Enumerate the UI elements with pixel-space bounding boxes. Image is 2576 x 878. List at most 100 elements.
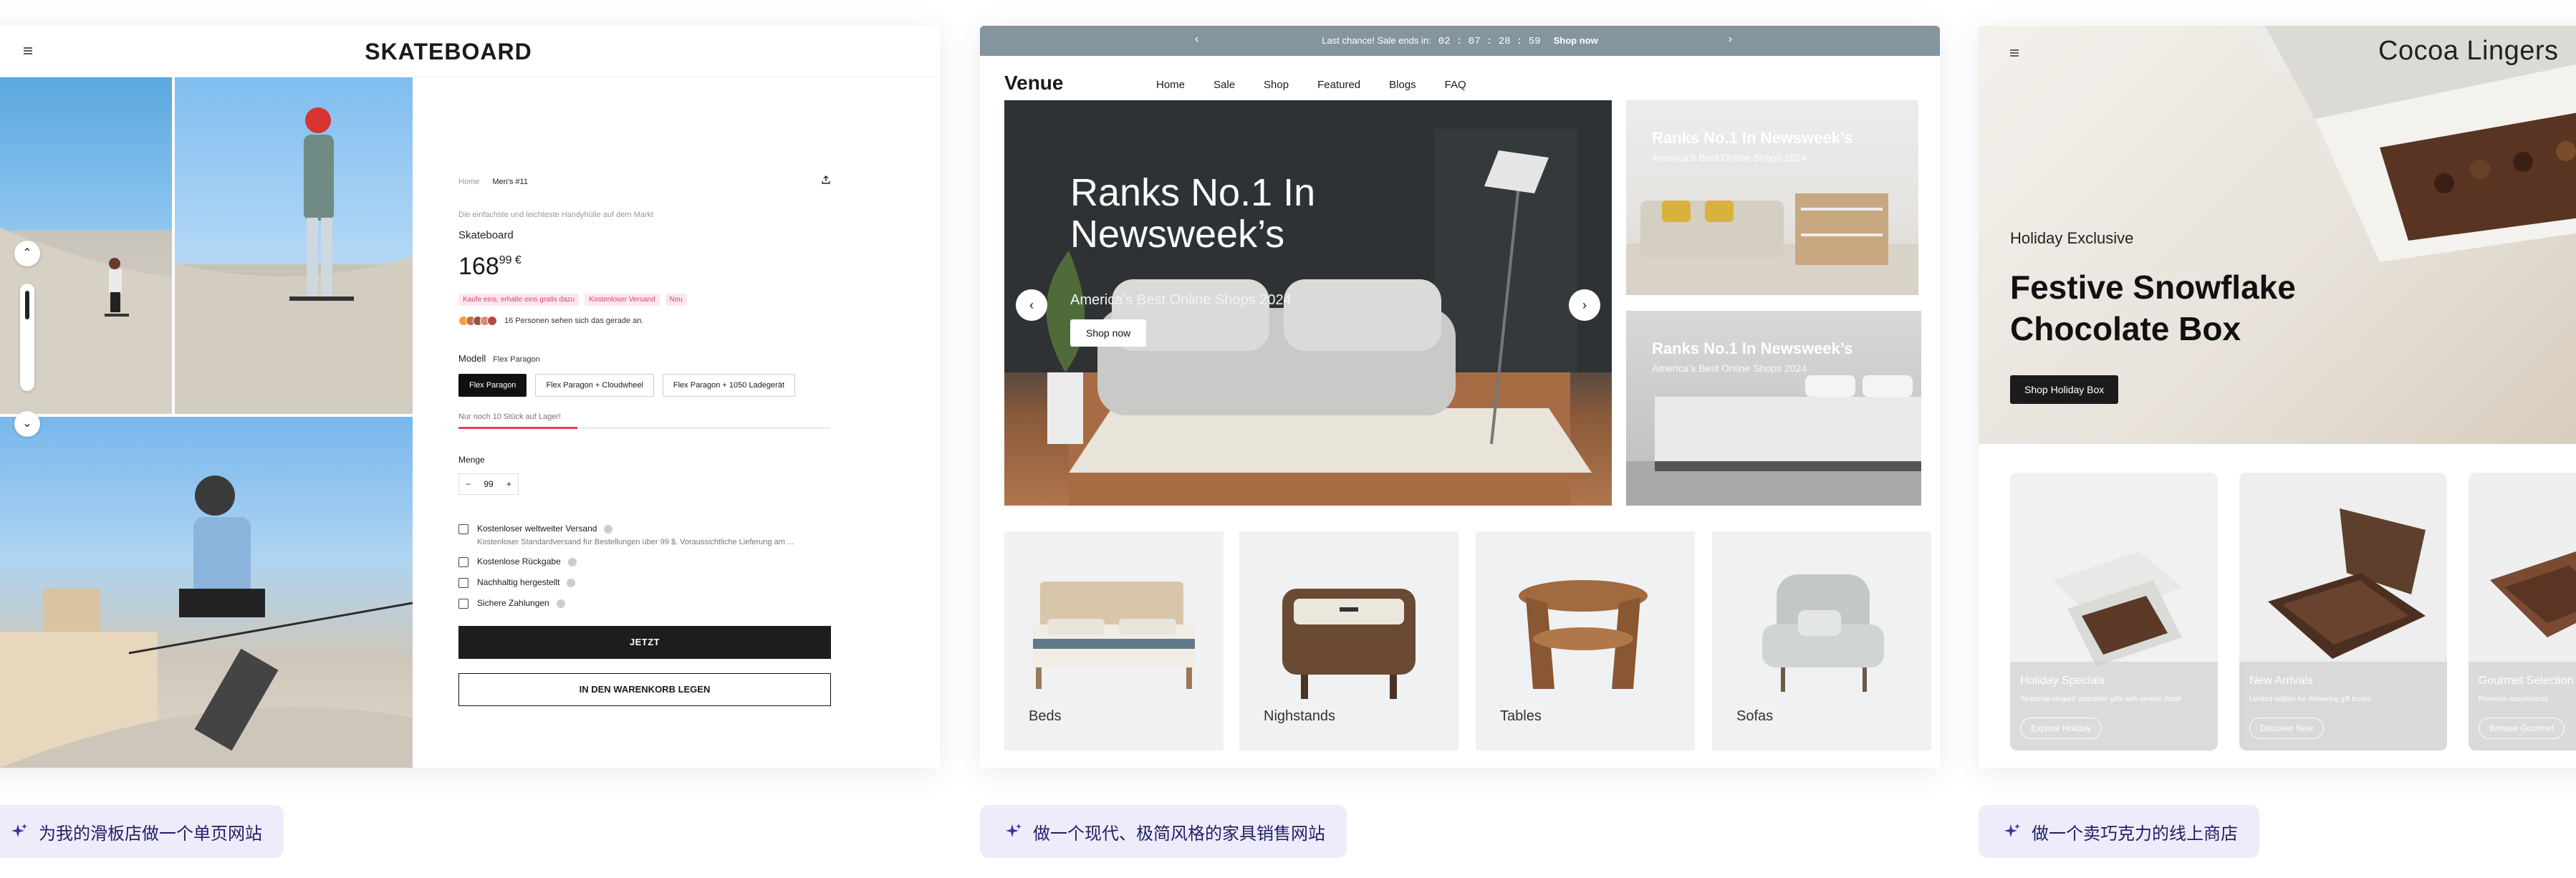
feature-list: Kostenloser weltweiter Versand Kostenlose… [458,524,831,609]
model-value: Flex Paragon [493,355,540,364]
avatar [487,316,497,326]
add-to-cart-button[interactable]: IN DEN WARENKORB LEGEN [458,673,831,706]
product-desc: Limited edition for delivering gift boxe… [2249,695,2372,703]
stock-text: Nur noch 10 Stück auf Lager! [458,413,562,421]
feature-sub: Kostenloser Standardversand für Bestellu… [477,538,794,546]
info-icon[interactable] [567,578,576,587]
nav-faq[interactable]: FAQ [1445,79,1466,91]
info-icon[interactable] [604,524,613,534]
category-tables[interactable]: Tables [1476,531,1695,751]
quantity-label: Menge [458,455,485,465]
product-card-gourmet[interactable]: Gourmet Selection Premium assortments Br… [2469,473,2576,751]
discover-new-button[interactable]: Discover New [2249,718,2325,739]
hero-shop-button[interactable]: Shop Holiday Box [2010,375,2119,404]
category-nightstands[interactable]: Nighstands [1239,531,1458,751]
hero-banner[interactable]: Cocoa Lingers Holiday Exclusive Festive … [1979,26,2576,444]
countdown: 02 : 07 : 28 : 59 [1438,36,1541,47]
browse-gourmet-button[interactable]: Browse Gourmet [2479,718,2565,739]
hero-banner[interactable]: Ranks No.1 In Newsweek’s America’s Best … [1004,100,1612,506]
buy-now-button[interactable]: JETZT [458,626,831,659]
badge-new: Neu [665,294,687,306]
prompt-pill-chocolate[interactable]: 做一个卖巧克力的线上商店 [1979,805,2259,858]
menu-icon[interactable] [2007,46,2022,60]
option-charger[interactable]: Flex Paragon + 1050 Ladegerät [662,374,795,397]
top-bar: SKATEBOARD [0,26,940,77]
decrement-button[interactable]: − [466,479,471,489]
avatar-stack [458,316,497,326]
feature-title: Kostenlose Rückgabe [477,556,561,566]
model-row: Modell Flex Paragon [458,353,831,364]
nav-featured[interactable]: Featured [1317,79,1360,91]
product-title: New Arrivals [2249,675,2313,687]
nav-shop[interactable]: Shop [1264,79,1289,91]
gallery-scroller[interactable]: ⌃ ⌄ [14,241,40,437]
truck-icon [458,524,468,534]
product-photo-2[interactable] [175,77,413,414]
option-flex-paragon[interactable]: Flex Paragon [458,374,527,397]
badge-offer: Kaufe eins, erhalte eins gratis dazu [458,294,580,306]
nav-blogs[interactable]: Blogs [1389,79,1416,91]
product-card-new[interactable]: New Arrivals Limited edition for deliver… [2239,473,2447,751]
promo-text-row: Last chance! Sale ends in: 02 : 07 : 28 :… [980,35,1940,47]
increment-button[interactable]: + [506,479,511,489]
info-icon[interactable] [567,557,577,566]
promo-tile-sofa[interactable]: Ranks No.1 In Newsweek’s America’s Best … [1626,100,1918,295]
promo-link[interactable]: Shop now [1554,35,1598,46]
chevron-up-icon[interactable]: ⌃ [14,241,40,266]
quantity-value[interactable]: 99 [484,479,493,489]
leaf-icon [458,578,468,588]
promo-tile-bed[interactable]: Ranks No.1 In Newsweek’s America’s Best … [1626,311,1921,506]
scroll-track[interactable] [20,284,34,391]
prompt-pill-furniture[interactable]: 做一个现代、极简风格的家具销售网站 [980,805,1347,858]
info-icon[interactable] [556,599,565,608]
sparkle-icon [1006,824,1022,837]
nav-home[interactable]: Home [1156,79,1185,91]
skateboard-site-preview: SKATEBOARD ⌃ ⌄ Home Men's #11 Die einfac… [0,26,940,768]
product-price: 16899 € [458,253,831,281]
chocolate-site-preview: Cocoa Lingers Holiday Exclusive Festive … [1979,26,2576,768]
card-icon [458,599,468,609]
prompt-text: 做一个现代、极简风格的家具销售网站 [1033,823,1325,844]
tile-title: Ranks No.1 In Newsweek’s [1652,339,1853,357]
category-beds[interactable]: Beds [1004,531,1224,751]
viewers-text: 16 Personen sehen sich das gerade an. [504,317,644,325]
brand-logo[interactable]: Cocoa Lingers [2378,36,2559,67]
carousel-prev-button[interactable]: ‹ [1016,289,1047,321]
return-icon [458,557,468,567]
breadcrumb-home[interactable]: Home [458,178,479,186]
product-desc: Seasonal elegant chocolate gifts with se… [2020,695,2181,703]
hero-shop-button[interactable]: Shop now [1070,319,1147,347]
product-title: Skateboard [458,229,514,241]
option-cloudwheel[interactable]: Flex Paragon + Cloudwheel [535,374,654,397]
brand-logo[interactable]: SKATEBOARD [0,39,940,65]
breadcrumb: Home Men's #11 [458,178,831,186]
stock-bar [458,427,831,429]
furniture-site-preview: ‹ Last chance! Sale ends in: 02 : 07 : 28… [980,26,1940,768]
product-tagline: Die einfachste und leichteste Handyhülle… [458,211,654,219]
product-photo-3[interactable] [0,417,413,768]
gallery: SKATEBOARD ⌃ ⌄ Home Men's #11 Die einfac… [0,0,2576,878]
chevron-down-icon[interactable]: ⌄ [14,411,40,437]
share-icon[interactable] [821,175,831,185]
product-desc: Premium assortments [2479,695,2549,703]
sparkle-icon [2004,824,2020,837]
nav-sale[interactable]: Sale [1213,79,1235,91]
promo-bar: ‹ Last chance! Sale ends in: 02 : 07 : 28… [980,26,1940,56]
badge-row: Kaufe eins, erhalte eins gratis dazu Kos… [458,294,831,306]
brand-logo[interactable]: Venue [1004,72,1063,95]
scroll-thumb[interactable] [25,291,29,319]
breadcrumb-current: Men's #11 [492,178,528,186]
product-panel: Home Men's #11 Die einfachste und leicht… [458,175,831,706]
badge-shipping: Kostenloser Versand [585,294,660,306]
prompt-text: 为我的滑板店做一个单页网站 [39,823,262,844]
product-card-holiday[interactable]: Holiday Specials Seasonal elegant chocol… [2010,473,2218,751]
carousel-next-button[interactable]: › [1569,289,1600,321]
explore-holiday-button[interactable]: Explore Holiday [2020,718,2102,739]
live-viewers: 16 Personen sehen sich das gerade an. [458,316,831,326]
prompt-pill-skateboard[interactable]: 为我的滑板店做一个单页网站 [0,805,284,858]
feature-title: Nachhaltig hergestellt [477,577,560,587]
feature-returns: Kostenlose Rückgabe [458,556,831,567]
chevron-right-icon[interactable]: › [1729,33,1732,46]
category-sofas[interactable]: Sofas [1712,531,1931,751]
hero-title: Ranks No.1 In Newsweek’s [1070,171,1316,256]
